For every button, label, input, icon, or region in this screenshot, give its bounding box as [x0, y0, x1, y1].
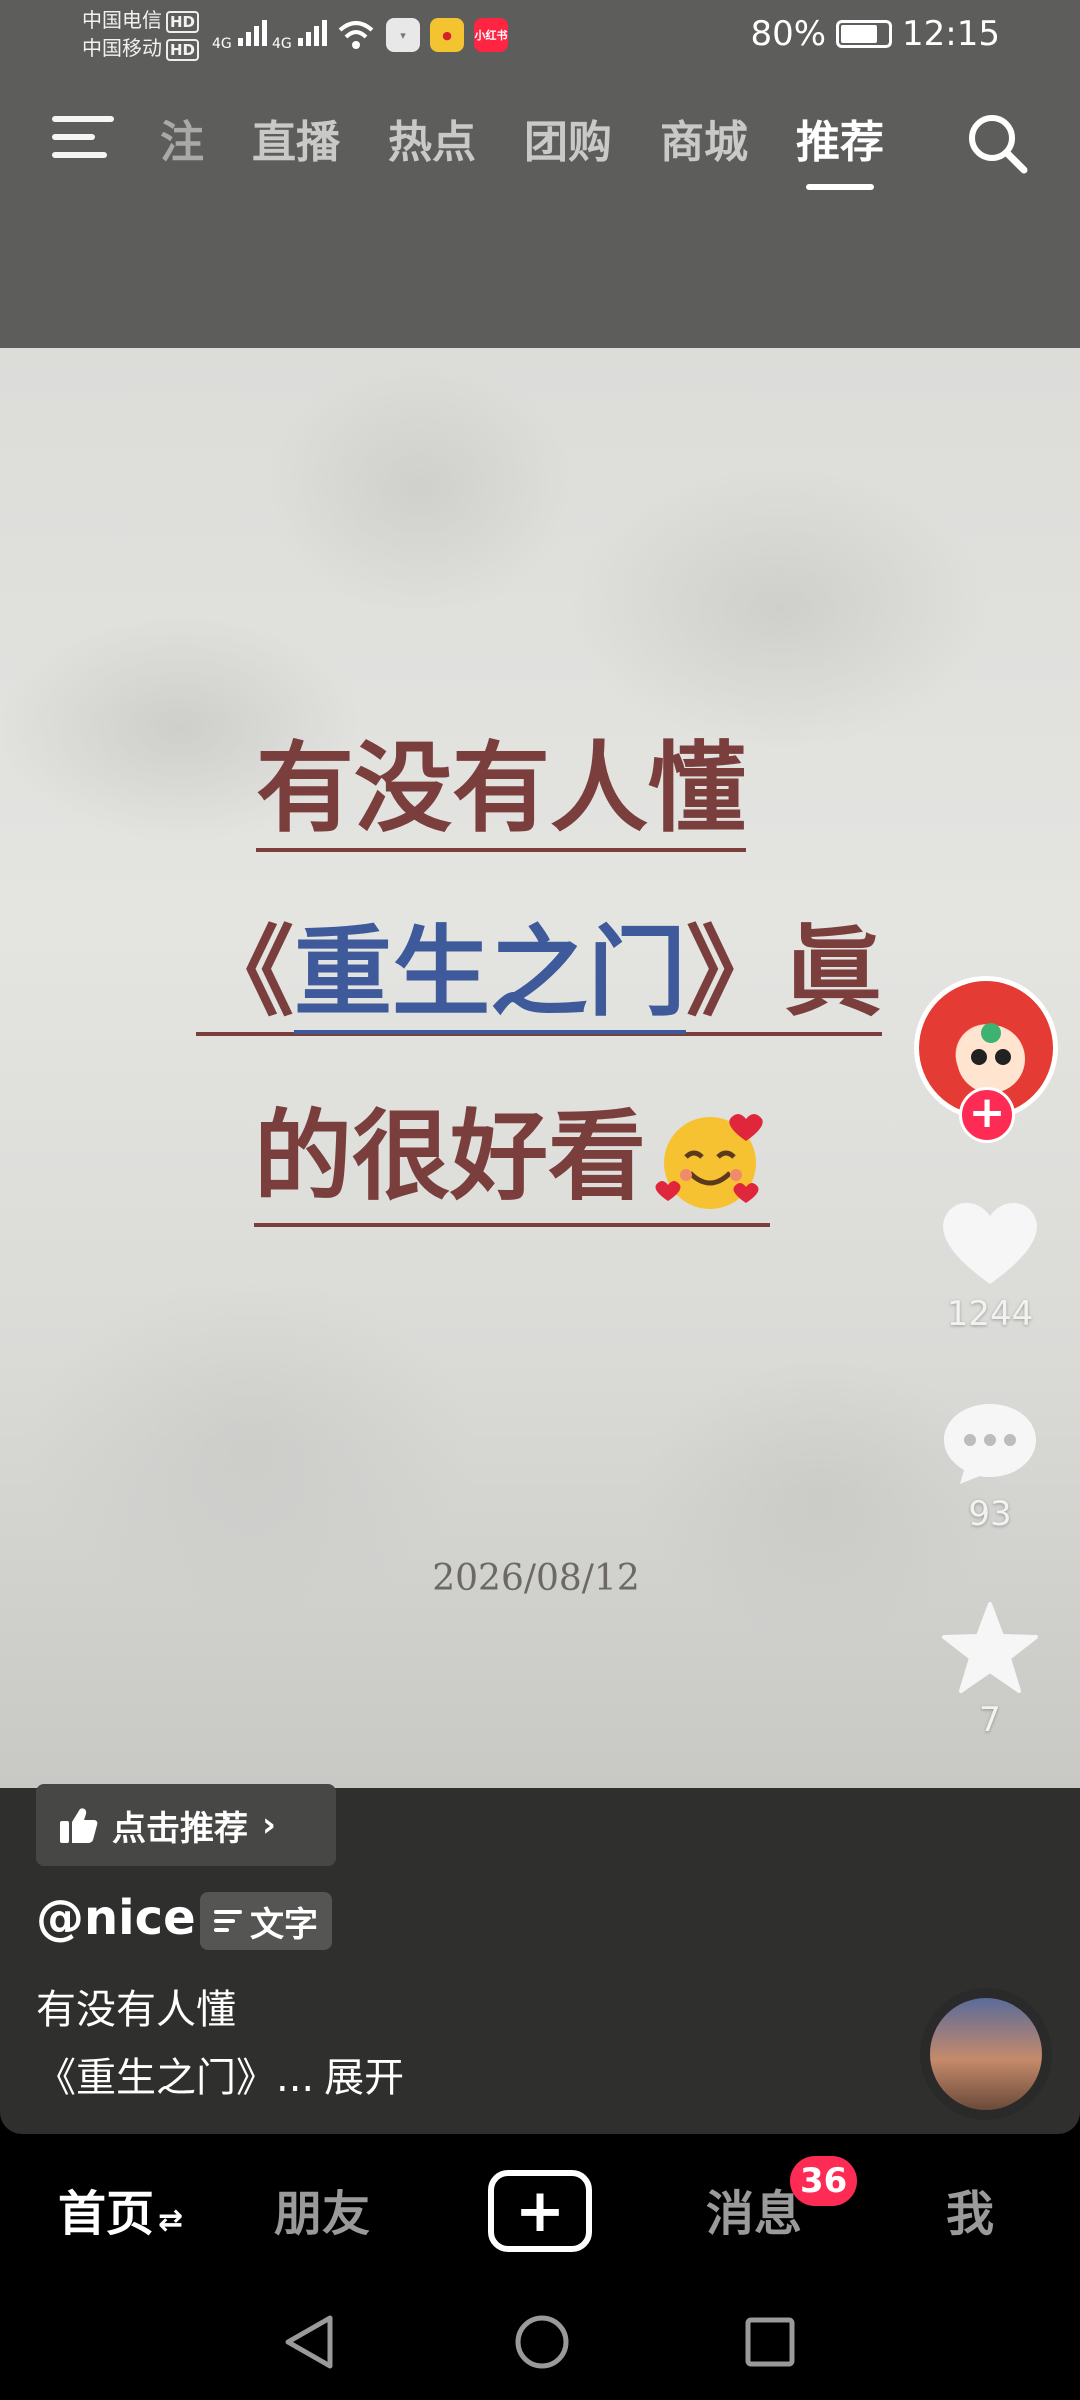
- create-post-button[interactable]: +: [488, 2170, 592, 2252]
- video-title-line2: 《重生之门》眞: [196, 914, 883, 1036]
- like-button[interactable]: 1244: [930, 1196, 1050, 1334]
- carrier-2: 中国移动: [82, 36, 162, 60]
- comment-icon: [944, 1404, 1036, 1484]
- search-icon[interactable]: [962, 108, 1032, 178]
- notification-icons: ▾ ● 小红书: [336, 18, 508, 52]
- smiling-hearts-emoji-icon: [655, 1113, 763, 1209]
- top-nav: 注 直播 热点 团购 商城 推荐: [0, 100, 1080, 190]
- carrier-info: 中国电信 HD 中国移动 HD: [82, 6, 200, 62]
- top-header: 中国电信 HD 中国移动 HD 4G 4G ▾ ● 小红书 80% 12:15 注 …: [0, 0, 1080, 348]
- nav-home[interactable]: 首页 ⇄: [58, 2174, 183, 2244]
- clock: 12:15: [902, 14, 1000, 54]
- swap-icon: ⇄: [158, 2203, 184, 2238]
- thumbs-up-icon: [60, 1808, 98, 1843]
- music-disc[interactable]: [920, 1988, 1052, 2120]
- video-title-line1: 有没有人懂: [256, 730, 747, 852]
- recents-icon[interactable]: [744, 2316, 796, 2368]
- video-title-line3: 的很好看: [254, 1098, 771, 1227]
- weibo-icon: ●: [430, 18, 464, 52]
- heart-icon: [943, 1202, 1037, 1284]
- battery-percent: 80%: [750, 14, 827, 54]
- tab-group-buy[interactable]: 团购: [524, 106, 612, 170]
- back-icon[interactable]: [282, 2314, 336, 2370]
- tab-live[interactable]: 直播: [252, 106, 340, 170]
- comment-count: 93: [968, 1494, 1012, 1534]
- menu-icon[interactable]: [52, 116, 114, 166]
- video-date: 2026/08/12: [432, 1558, 640, 1599]
- carrier-1: 中国电信: [82, 8, 162, 32]
- favorite-button[interactable]: 7: [930, 1600, 1050, 1740]
- desc-line1: 有没有人懂: [36, 1987, 236, 2033]
- recommend-button[interactable]: 点击推荐 ›: [36, 1784, 336, 1866]
- top-tabs: 注 直播 热点 团购 商城 推荐: [160, 106, 884, 190]
- xiaohongshu-icon: 小红书: [474, 18, 508, 52]
- favorite-count: 7: [979, 1700, 1001, 1740]
- home-circle-icon[interactable]: [514, 2314, 570, 2370]
- wifi-icon: [338, 21, 374, 49]
- status-bar: 中国电信 HD 中国移动 HD 4G 4G ▾ ● 小红书 80% 12:15: [0, 0, 1080, 72]
- text-mode-label: 文字: [250, 1904, 318, 1945]
- video-description: 有没有人懂 《重生之门》... 展开: [36, 1976, 404, 2112]
- hd-badge: HD: [166, 39, 200, 61]
- video-title-drama: 重生之门: [294, 915, 687, 1034]
- system-nav-bar: [0, 2288, 1080, 2400]
- nav-messages[interactable]: 消息: [706, 2174, 802, 2244]
- bottom-nav: 首页 ⇄ 朋友 + 消息 36 我: [0, 2134, 1080, 2288]
- chevron-right-icon: ›: [262, 1805, 277, 1845]
- tab-following[interactable]: 注: [160, 106, 204, 170]
- star-icon: [942, 1602, 1038, 1693]
- hd-badge: HD: [166, 11, 200, 33]
- recommend-label: 点击推荐: [112, 1808, 248, 1849]
- signal-icon: 4G: [212, 18, 272, 52]
- tab-mall[interactable]: 商城: [660, 106, 748, 170]
- tab-recommend[interactable]: 推荐: [796, 106, 884, 190]
- shopping-bag-icon: ▾: [386, 18, 420, 52]
- message-badge: 36: [790, 2156, 858, 2206]
- follow-button[interactable]: +: [959, 1087, 1015, 1143]
- expand-link[interactable]: 展开: [324, 2055, 404, 2101]
- desc-line2: 《重生之门》...: [36, 2055, 315, 2101]
- text-mode-button[interactable]: 文字: [200, 1892, 332, 1950]
- text-lines-icon: [214, 1905, 242, 1937]
- nav-friends[interactable]: 朋友: [274, 2174, 370, 2244]
- plus-icon: +: [514, 2176, 566, 2246]
- battery-icon: [836, 20, 893, 48]
- author-name[interactable]: @nice: [36, 1890, 196, 1946]
- comment-button[interactable]: 93: [930, 1398, 1050, 1534]
- signal-icon: 4G: [272, 18, 332, 52]
- like-count: 1244: [946, 1294, 1034, 1334]
- status-right: 80% 12:15: [750, 14, 1000, 54]
- tab-trending[interactable]: 热点: [388, 106, 476, 170]
- nav-me[interactable]: 我: [946, 2174, 994, 2244]
